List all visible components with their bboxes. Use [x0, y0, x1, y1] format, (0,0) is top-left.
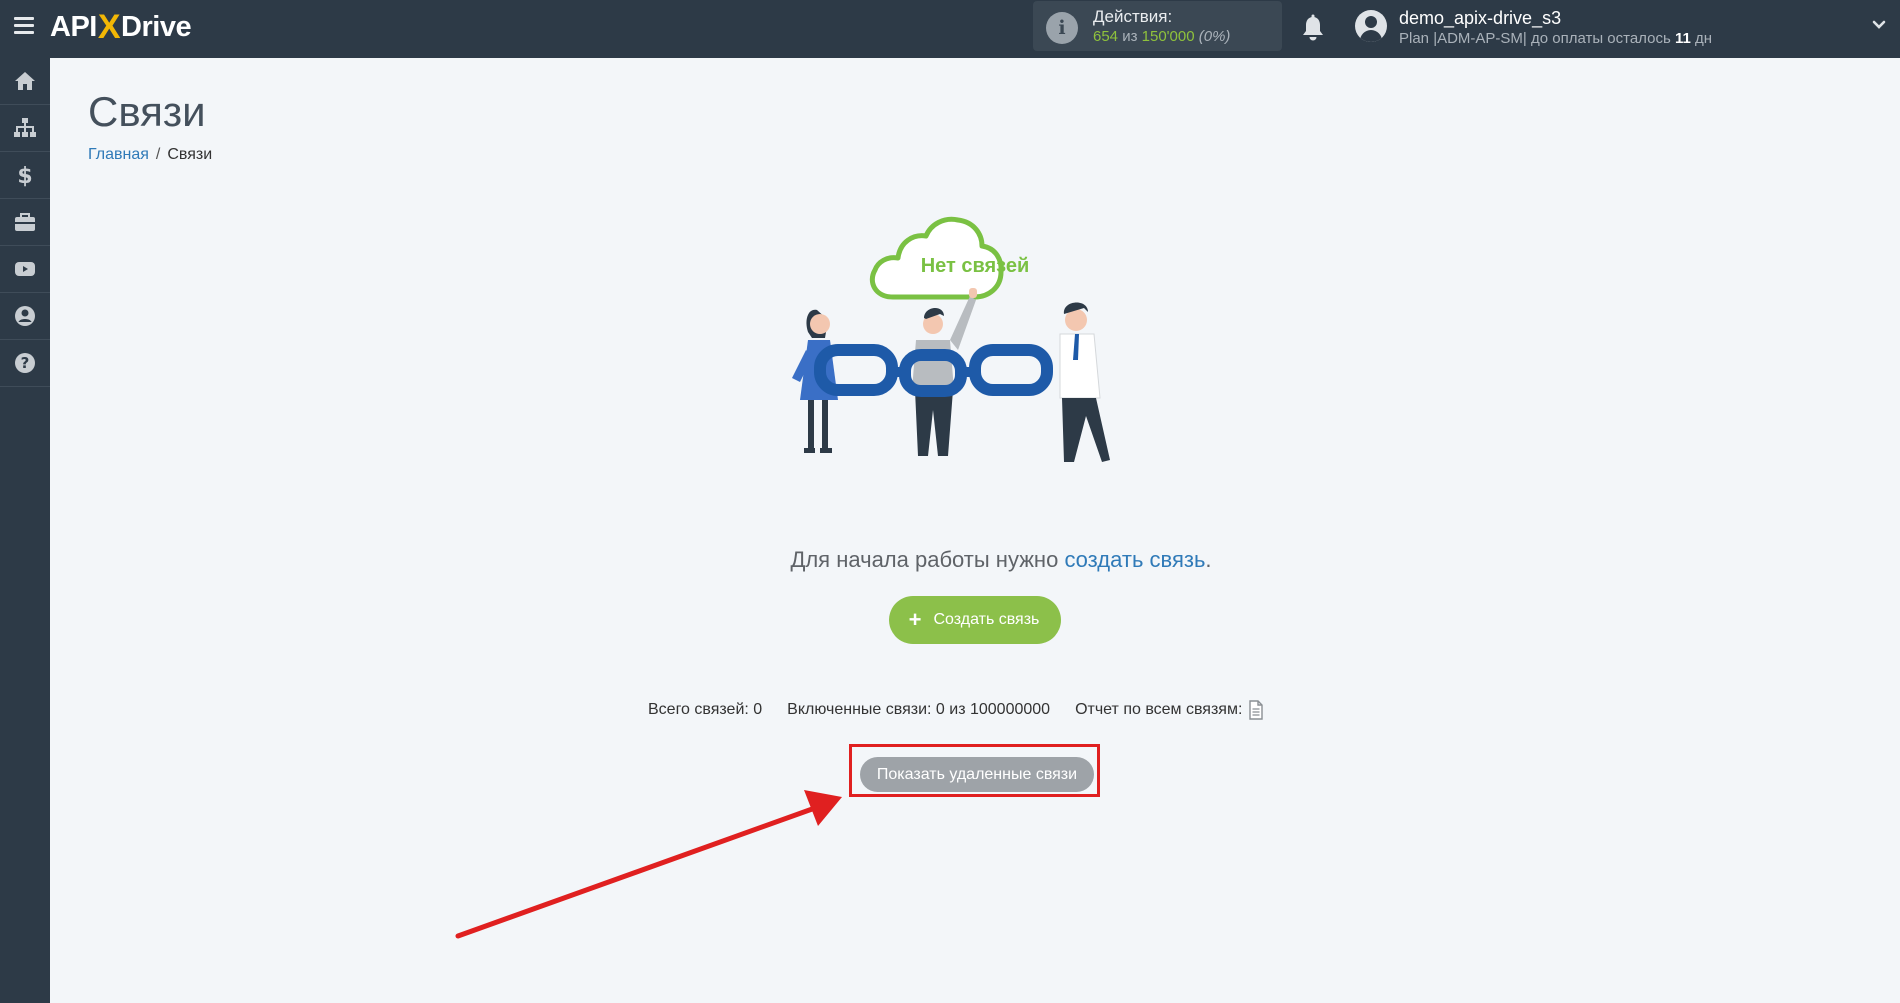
sidebar-item-services[interactable] — [0, 199, 50, 246]
dollar-icon: $ — [17, 164, 32, 187]
sidebar-item-account[interactable] — [0, 293, 50, 340]
total-connections: Всего связей: 0 — [648, 701, 763, 718]
sidebar-item-video[interactable] — [0, 246, 50, 293]
home-icon — [15, 72, 35, 90]
create-button-wrap: + Создать связь — [0, 596, 1900, 644]
actions-value: 654 из 150'000 (0%) — [1093, 28, 1231, 45]
document-icon[interactable] — [1248, 700, 1264, 720]
page-title: Связи — [88, 88, 206, 135]
create-connection-button[interactable]: + Создать связь — [888, 596, 1062, 644]
chevron-down-icon[interactable] — [1872, 18, 1886, 32]
breadcrumb-current: Связи — [167, 146, 213, 163]
youtube-icon — [15, 262, 35, 276]
annotation-arrow — [455, 790, 842, 939]
sidebar-item-help[interactable]: ? — [0, 340, 50, 387]
create-connection-link[interactable]: создать связь — [1064, 547, 1205, 572]
logo[interactable]: API X Drive — [50, 8, 192, 46]
user-plan: Plan |ADM-AP-SM| до оплаты осталось 11 д… — [1399, 30, 1713, 47]
sidebar-item-home[interactable] — [0, 58, 50, 105]
breadcrumb: Главная / Связи — [88, 146, 213, 163]
person-right — [1059, 302, 1110, 462]
svg-text:?: ? — [21, 354, 30, 372]
actions-label: Действия: — [1093, 7, 1173, 26]
empty-state-illustration: Нет связей — [792, 216, 1110, 462]
sitemap-icon — [14, 118, 36, 137]
enabled-connections: Включенные связи: 0 из 100000000 — [787, 701, 1051, 718]
report-label: Отчет по всем связям: — [1075, 701, 1243, 718]
briefcase-icon — [15, 213, 35, 231]
user-circle-icon — [15, 306, 35, 326]
sidebar: $ ? — [0, 58, 50, 1003]
person-woman — [792, 309, 838, 453]
actions-counter: i Действия: 654 из 150'000 (0%) — [1033, 1, 1282, 51]
stats-line: Всего связей: 0 Включенные связи: 0 из 1… — [648, 700, 1264, 720]
top-bar: API X Drive i Действия: 654 из 150'000 (0%… — [0, 0, 1900, 58]
sidebar-item-billing[interactable]: $ — [0, 152, 50, 199]
breadcrumb-home-link[interactable]: Главная — [88, 146, 149, 163]
avatar[interactable] — [1355, 10, 1387, 42]
cloud-label: Нет связей — [921, 255, 1030, 277]
help-icon: ? — [15, 353, 35, 373]
show-deleted-connections-button[interactable]: Показать удаленные связи — [860, 757, 1094, 792]
plus-icon: + — [908, 607, 922, 632]
empty-state-text: Для начала работы нужно создать связь. — [790, 547, 1212, 572]
sidebar-item-connections[interactable] — [0, 105, 50, 152]
user-name[interactable]: demo_apix-drive_s3 — [1399, 8, 1561, 29]
info-icon: i — [1046, 12, 1078, 44]
bell-icon[interactable] — [1300, 14, 1326, 42]
svg-text:$: $ — [17, 164, 32, 187]
menu-icon[interactable] — [14, 17, 34, 34]
